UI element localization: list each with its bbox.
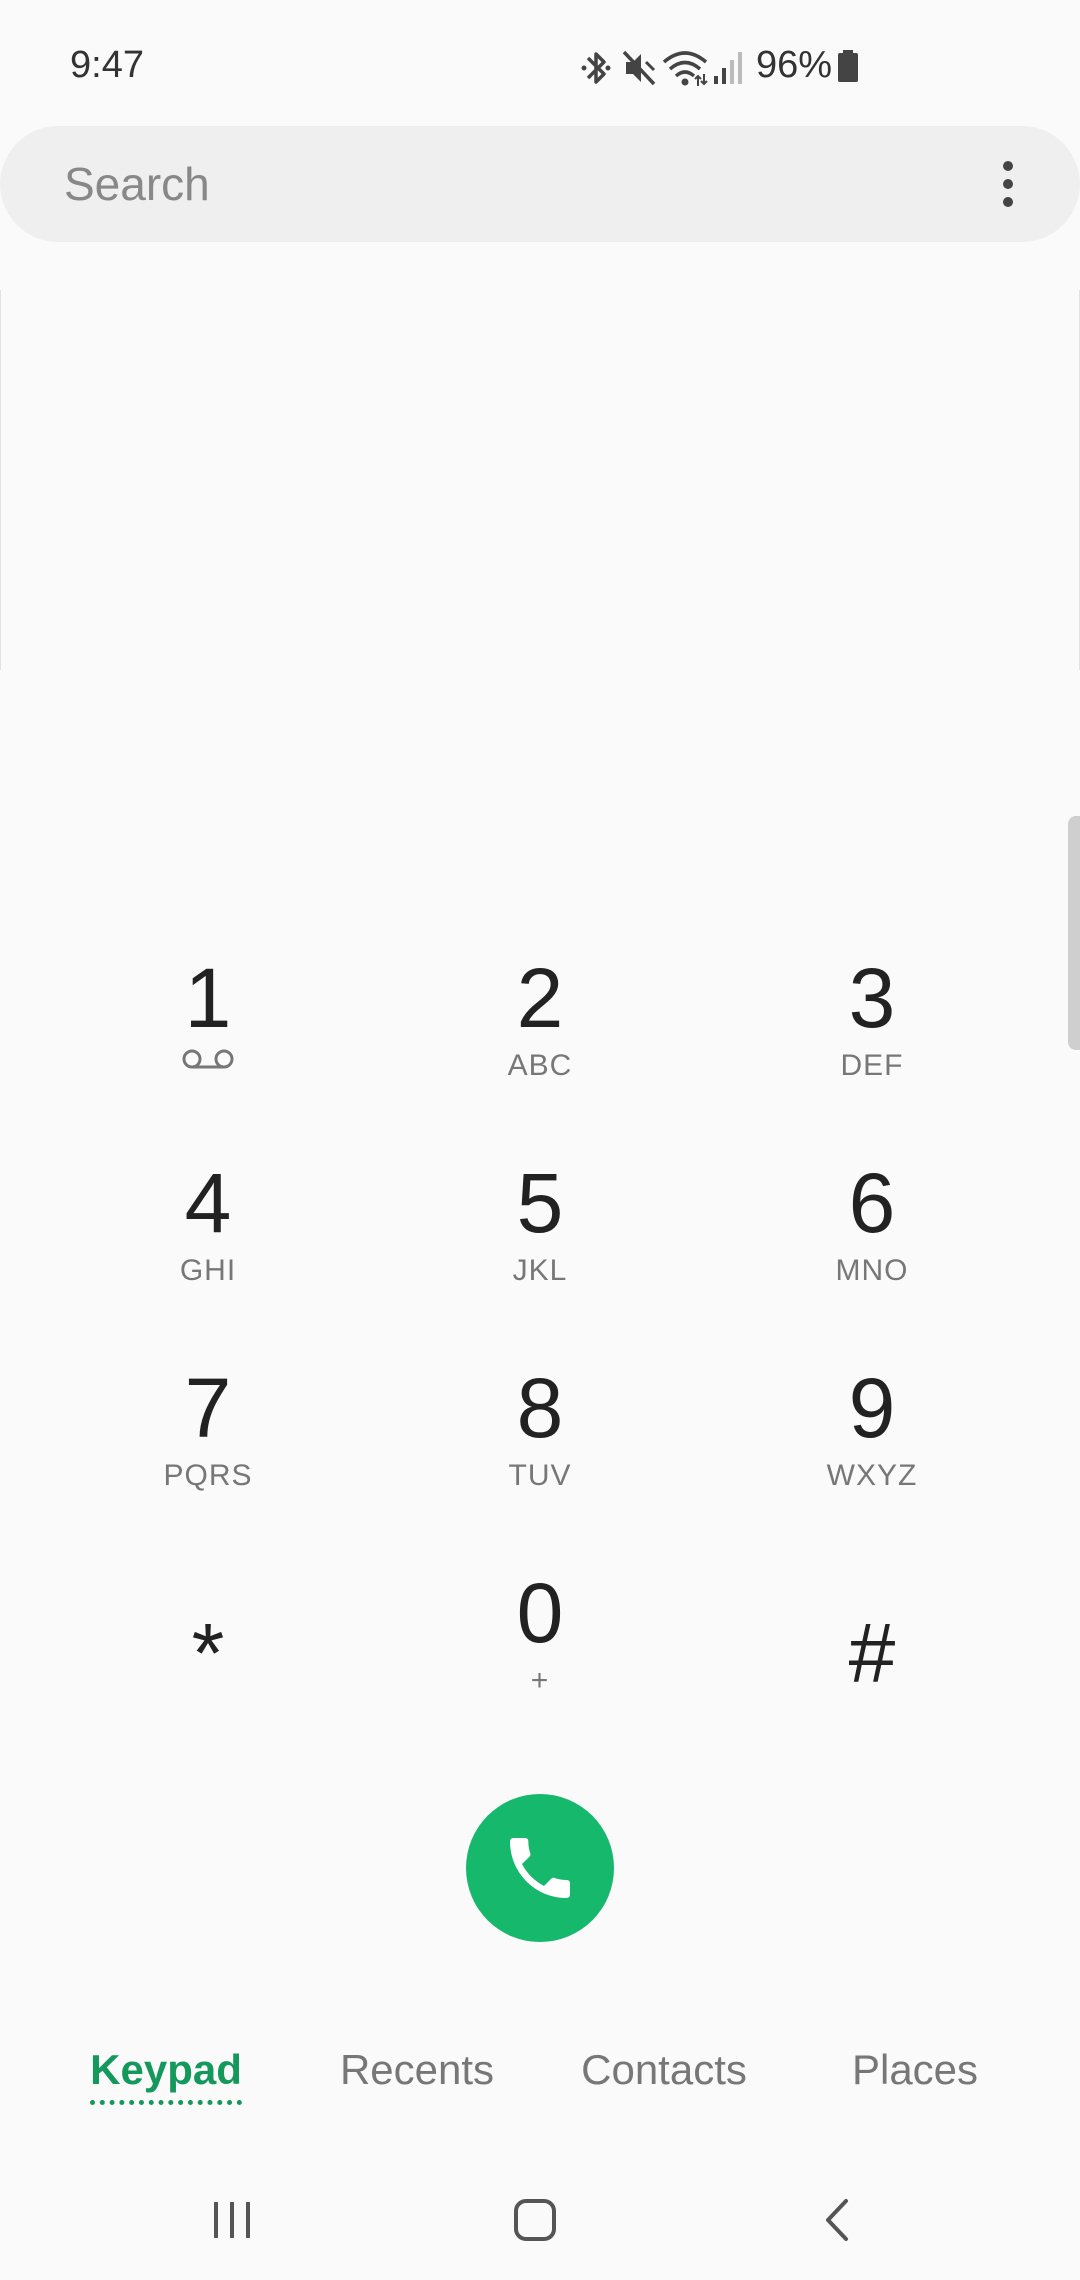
key-letters: + bbox=[530, 1664, 550, 1697]
key-letters: TUV bbox=[508, 1459, 572, 1492]
navigation-bar bbox=[0, 2160, 1080, 2280]
key-digit: 7 bbox=[184, 1361, 232, 1455]
search-input[interactable] bbox=[64, 126, 864, 242]
key-digit: 5 bbox=[516, 1156, 564, 1250]
phone-icon bbox=[510, 1838, 570, 1898]
tab-label: Recents bbox=[339, 2046, 495, 2093]
key-digit: 4 bbox=[184, 1156, 232, 1250]
key-9[interactable]: 9 WXYZ bbox=[722, 1360, 1022, 1550]
wifi-icon bbox=[662, 51, 708, 86]
key-6[interactable]: 6 MNO bbox=[722, 1155, 1022, 1345]
dialed-number-area bbox=[0, 290, 1080, 670]
key-5[interactable]: 5 JKL bbox=[390, 1155, 690, 1345]
key-letters: GHI bbox=[179, 1254, 237, 1287]
status-time: 9:47 bbox=[70, 44, 144, 86]
status-bar: 9:47 96% bbox=[0, 0, 1080, 120]
key-digit: 9 bbox=[848, 1361, 896, 1455]
recent-apps-icon bbox=[214, 2202, 250, 2238]
tab-contacts[interactable]: Contacts bbox=[566, 2040, 762, 2140]
key-digit: 2 bbox=[516, 951, 564, 1045]
key-3[interactable]: 3 DEF bbox=[722, 950, 1022, 1140]
battery-percentage: 96% bbox=[756, 44, 833, 86]
key-8[interactable]: 8 TUV bbox=[390, 1360, 690, 1550]
back-button[interactable] bbox=[798, 2190, 878, 2250]
mute-icon bbox=[622, 50, 656, 86]
home-button[interactable] bbox=[495, 2190, 575, 2250]
key-7[interactable]: 7 PQRS bbox=[58, 1360, 358, 1550]
key-hash[interactable]: # bbox=[722, 1565, 1022, 1755]
key-4[interactable]: 4 GHI bbox=[58, 1155, 358, 1345]
key-letters: WXYZ bbox=[826, 1459, 918, 1492]
bluetooth-icon bbox=[581, 52, 611, 84]
home-icon bbox=[514, 2199, 556, 2241]
battery-icon bbox=[838, 50, 858, 82]
more-options-icon[interactable] bbox=[996, 160, 1020, 208]
key-digit: 6 bbox=[848, 1156, 896, 1250]
signal-icon bbox=[714, 52, 742, 84]
key-2[interactable]: 2 ABC bbox=[390, 950, 690, 1140]
search-bar[interactable] bbox=[0, 126, 1080, 242]
voicemail-icon bbox=[182, 1049, 234, 1069]
key-letters: DEF bbox=[840, 1049, 904, 1082]
key-letters: JKL bbox=[512, 1254, 568, 1287]
bottom-tabs: Keypad Recents Contacts Places bbox=[0, 2040, 1080, 2140]
tab-recents[interactable]: Recents bbox=[322, 2040, 512, 2140]
key-0[interactable]: 0 + bbox=[390, 1565, 690, 1755]
key-star[interactable]: * bbox=[58, 1565, 358, 1755]
key-digit: 1 bbox=[184, 951, 232, 1045]
active-tab-indicator bbox=[90, 2100, 242, 2105]
edge-panel-handle[interactable] bbox=[1068, 816, 1080, 1050]
key-digit: 8 bbox=[516, 1361, 564, 1455]
key-letters: ABC bbox=[507, 1049, 573, 1082]
tab-label: Contacts bbox=[581, 2046, 747, 2093]
key-1[interactable]: 1 bbox=[58, 950, 358, 1140]
tab-keypad[interactable]: Keypad bbox=[80, 2040, 252, 2140]
key-letters: PQRS bbox=[163, 1459, 253, 1492]
tab-places[interactable]: Places bbox=[830, 2040, 1000, 2140]
key-digit: 3 bbox=[848, 951, 896, 1045]
recent-apps-button[interactable] bbox=[192, 2190, 272, 2250]
tab-label: Places bbox=[851, 2046, 979, 2093]
back-icon bbox=[826, 2199, 848, 2241]
call-button[interactable] bbox=[466, 1794, 614, 1942]
tab-label: Keypad bbox=[90, 2046, 242, 2093]
key-digit: # bbox=[848, 1606, 896, 1700]
key-digit: 0 bbox=[516, 1566, 564, 1660]
key-letters: MNO bbox=[835, 1254, 909, 1287]
key-digit: * bbox=[191, 1606, 225, 1700]
